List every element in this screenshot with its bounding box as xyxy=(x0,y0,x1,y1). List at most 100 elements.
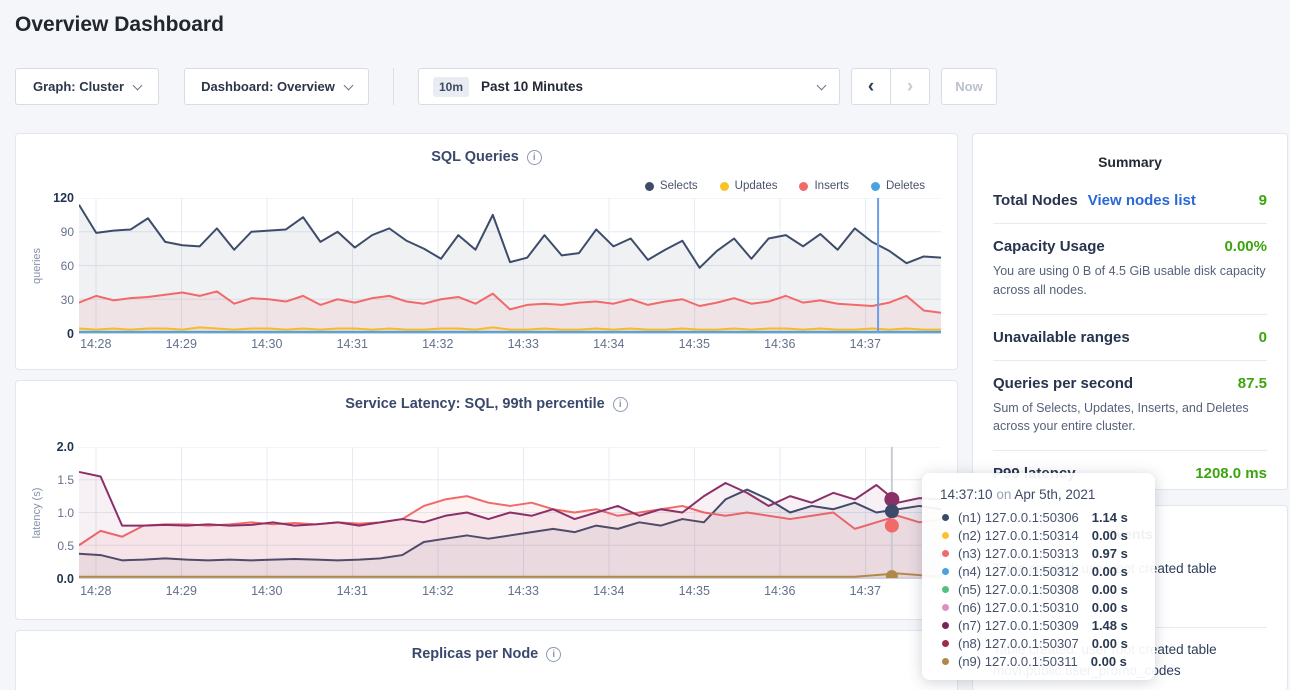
summary-row-unavailable: Unavailable ranges 0 xyxy=(993,314,1267,360)
y-axis-ticks: 2.0 1.5 1.0 0.5 0.0 xyxy=(30,440,74,586)
x-tick: 14:35 xyxy=(652,584,738,598)
sql-queries-chart xyxy=(79,198,941,333)
chevron-left-icon: ‹ xyxy=(868,76,874,98)
legend-label: Inserts xyxy=(814,180,849,192)
tooltip-preposition: on xyxy=(996,487,1011,502)
tooltip-time: 14:37:10 xyxy=(940,487,993,502)
y-axis-ticks: 120 90 60 30 0 xyxy=(30,191,74,341)
tooltip-row: (n8) 127.0.0.1:503070.00 s xyxy=(940,634,1155,652)
qps-value: 87.5 xyxy=(1238,375,1267,392)
x-tick: 14:31 xyxy=(310,337,396,351)
node-color-dot xyxy=(942,568,949,575)
time-range-dropdown[interactable]: 10m Past 10 Minutes xyxy=(418,68,840,105)
summary-panel: Summary Total Nodes View nodes list 9 Ca… xyxy=(972,133,1288,490)
tooltip-node-address: (n3) 127.0.0.1:50313 xyxy=(958,546,1079,561)
tooltip-timestamp: 14:37:10 on Apr 5th, 2021 xyxy=(940,487,1155,502)
tooltip-row: (n7) 127.0.0.1:50309 1.48 s xyxy=(940,616,1155,634)
tooltip-node-address: (n7) 127.0.0.1:50309 xyxy=(958,618,1079,633)
unavailable-ranges-value: 0 xyxy=(1259,329,1267,346)
x-tick: 14:28 xyxy=(53,337,139,351)
legend-label: Selects xyxy=(660,180,698,192)
qps-description: Sum of Selects, Updates, Inserts, and De… xyxy=(993,399,1267,437)
chart-title-text: Replicas per Node xyxy=(412,646,539,662)
legend-dot xyxy=(871,182,880,191)
dashboard-dropdown[interactable]: Dashboard: Overview xyxy=(184,68,369,105)
info-icon[interactable]: i xyxy=(546,647,561,662)
chart-title: Replicas per Node i xyxy=(16,646,957,662)
summary-row-total-nodes: Total Nodes View nodes list 9 xyxy=(993,192,1267,223)
tooltip-row: (n3) 127.0.0.1:50313 0.97 s xyxy=(940,544,1155,562)
replicas-per-node-card: Replicas per Node i xyxy=(15,630,958,690)
graph-dropdown[interactable]: Graph: Cluster xyxy=(15,68,159,105)
legend-label: Deletes xyxy=(886,180,925,192)
tooltip-row: (n4) 127.0.0.1:50312 0.00 s xyxy=(940,562,1155,580)
info-icon[interactable]: i xyxy=(527,150,542,165)
time-prev-button[interactable]: ‹ xyxy=(851,68,891,105)
tooltip-node-value: 0.00 s xyxy=(1091,654,1127,669)
node-color-dot xyxy=(942,586,949,593)
tooltip-node-value: 0.00 s xyxy=(1092,582,1128,597)
sql-queries-plot[interactable] xyxy=(79,198,941,334)
service-latency-chart xyxy=(79,447,941,578)
tooltip-node-address: (n2) 127.0.0.1:50314 xyxy=(958,528,1079,543)
view-nodes-list-link[interactable]: View nodes list xyxy=(1088,192,1196,209)
tooltip-node-value: 1.48 s xyxy=(1092,618,1128,633)
tooltip-row: (n5) 127.0.0.1:503080.00 s xyxy=(940,580,1155,598)
time-next-button[interactable]: › xyxy=(890,68,930,105)
legend-dot xyxy=(720,182,729,191)
p99-latency-value: 1208.0 ms xyxy=(1195,465,1267,482)
y-tick: 30 xyxy=(30,293,74,307)
time-range-label: Past 10 Minutes xyxy=(481,79,583,94)
x-tick: 14:28 xyxy=(53,584,139,598)
summary-row-capacity: Capacity Usage 0.00% You are using 0 B o… xyxy=(993,223,1267,314)
y-tick: 90 xyxy=(30,225,74,239)
sql-queries-card: SQL Queries i Selects Updates Inserts De… xyxy=(15,133,958,370)
x-tick: 14:31 xyxy=(310,584,396,598)
x-tick: 14:29 xyxy=(139,584,225,598)
tooltip-node-address: (n9) 127.0.0.1:50311 xyxy=(958,654,1078,669)
x-tick: 14:30 xyxy=(224,584,310,598)
unavailable-ranges-label: Unavailable ranges xyxy=(993,329,1130,346)
legend-item-updates[interactable]: Updates xyxy=(720,180,778,192)
chart-title: Service Latency: SQL, 99th percentile i xyxy=(16,396,957,412)
legend-item-selects[interactable]: Selects xyxy=(645,180,698,192)
tooltip-date: Apr 5th, 2021 xyxy=(1014,487,1095,502)
tooltip-node-value: 0.00 s xyxy=(1092,564,1128,579)
service-latency-plot[interactable] xyxy=(79,447,941,579)
tooltip-row: (n1) 127.0.0.1:503061.14 s xyxy=(940,508,1155,526)
capacity-description: You are using 0 B of 4.5 GiB usable disk… xyxy=(993,262,1267,300)
legend-item-deletes[interactable]: Deletes xyxy=(871,180,925,192)
now-button[interactable]: Now xyxy=(941,68,997,105)
legend-dot xyxy=(799,182,808,191)
tooltip-row: (n6) 127.0.0.1:503100.00 s xyxy=(940,598,1155,616)
time-range-badge: 10m xyxy=(433,77,469,97)
dashboard-dropdown-label: Dashboard: Overview xyxy=(201,79,335,94)
node-color-dot xyxy=(942,604,949,611)
tooltip-node-value: 0.00 s xyxy=(1092,636,1128,651)
total-nodes-value: 9 xyxy=(1259,192,1267,209)
legend-item-inserts[interactable]: Inserts xyxy=(799,180,849,192)
tooltip-node-address: (n1) 127.0.0.1:50306 xyxy=(958,510,1079,525)
chart-hover-tooltip: 14:37:10 on Apr 5th, 2021 (n1) 127.0.0.1… xyxy=(922,473,1155,680)
tooltip-row: (n2) 127.0.0.1:50314 0.00 s xyxy=(940,526,1155,544)
y-tick: 0.5 xyxy=(30,539,74,553)
tooltip-node-value: 0.97 s xyxy=(1092,546,1128,561)
summary-title: Summary xyxy=(993,154,1267,170)
page-title: Overview Dashboard xyxy=(15,13,224,37)
node-color-dot xyxy=(942,514,949,521)
x-tick: 14:37 xyxy=(823,337,909,351)
info-icon[interactable]: i xyxy=(613,397,628,412)
tooltip-node-address: (n4) 127.0.0.1:50312 xyxy=(958,564,1079,579)
chart-title: SQL Queries i xyxy=(16,149,957,165)
chevron-right-icon: › xyxy=(907,76,913,98)
chevron-down-icon xyxy=(817,80,827,90)
y-tick: 60 xyxy=(30,259,74,273)
x-tick: 14:32 xyxy=(395,584,481,598)
x-tick: 14:36 xyxy=(737,337,823,351)
tooltip-node-address: (n6) 127.0.0.1:50310 xyxy=(958,600,1079,615)
tooltip-node-value: 0.00 s xyxy=(1092,528,1128,543)
x-tick: 14:34 xyxy=(566,584,652,598)
chevron-down-icon xyxy=(343,80,353,90)
toolbar-divider xyxy=(393,68,394,105)
node-color-dot xyxy=(942,532,949,539)
